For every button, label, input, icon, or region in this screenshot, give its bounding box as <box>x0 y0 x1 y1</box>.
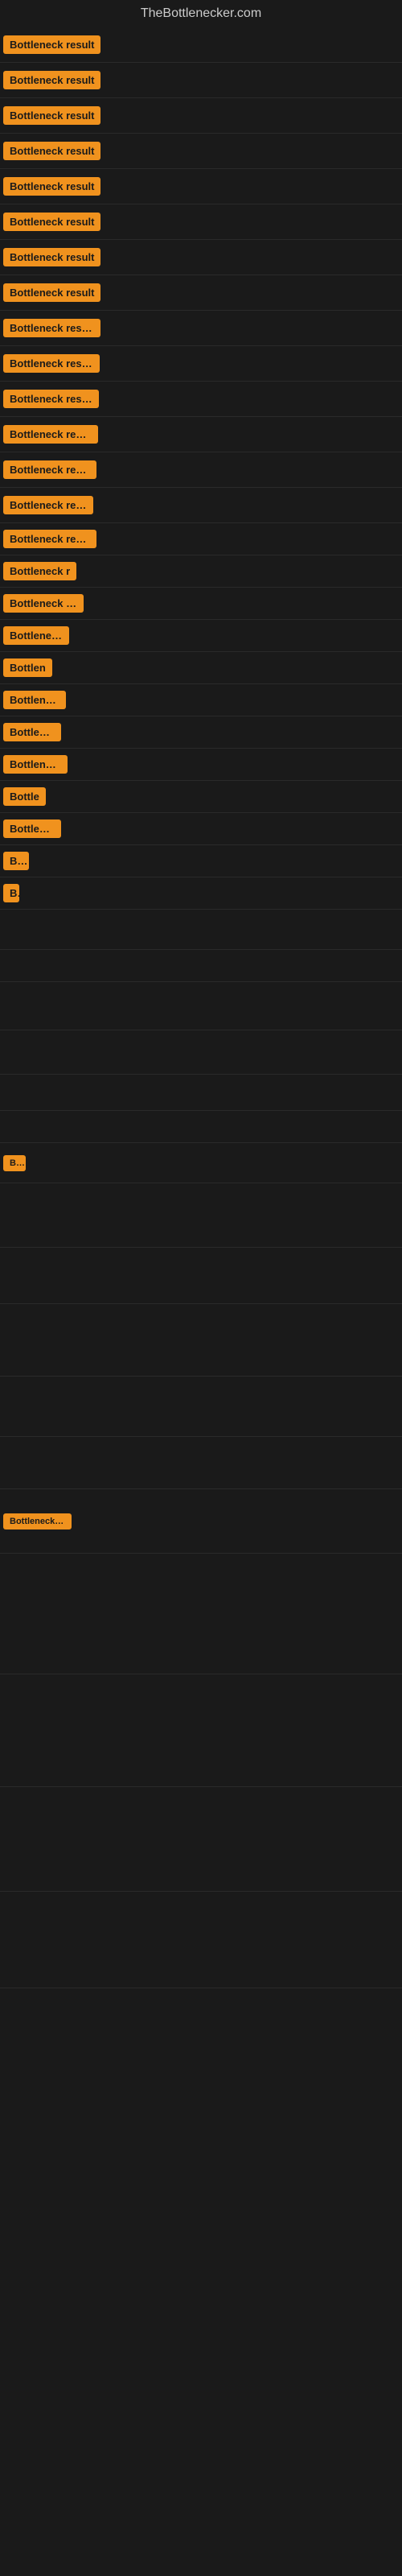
bottleneck-badge[interactable]: Bottleneck result <box>3 390 99 408</box>
list-item-empty <box>0 1111 402 1143</box>
list-item-empty <box>0 1437 402 1489</box>
bottleneck-badge[interactable]: Bottleneck <box>3 691 66 709</box>
bottleneck-badge[interactable]: Bottlen <box>3 658 52 677</box>
bottleneck-badge[interactable]: Bo <box>3 852 29 870</box>
list-item: Bottleneck result <box>0 488 402 523</box>
list-item: Bottleneck result <box>0 134 402 169</box>
bottleneck-badge[interactable]: Bottleneck resu <box>3 594 84 613</box>
bottleneck-badge[interactable]: Bottleneck result <box>3 142 100 160</box>
list-item: Bottleneck <box>0 813 402 845</box>
list-item-empty <box>0 1304 402 1377</box>
list-item: Bottleneck r <box>0 749 402 781</box>
list-item-empty <box>0 1674 402 1787</box>
list-item: Bottleneck r <box>0 555 402 588</box>
list-item: Bottleneck result <box>0 311 402 346</box>
list-item: Bottleneck result <box>0 346 402 382</box>
bottleneck-badge[interactable]: Bottleneck result <box>3 354 100 373</box>
list-item: Bottleneck result <box>0 523 402 555</box>
list-item: Bottleneck result <box>0 98 402 134</box>
list-item: Bottleneck <box>0 684 402 716</box>
list-item: Bottleneck result <box>0 382 402 417</box>
bottleneck-badge[interactable]: Bottleneck <box>3 819 61 838</box>
bottleneck-badge[interactable]: Bottleneck result <box>3 35 100 54</box>
bottleneck-badge[interactable]: Bottleneck r <box>3 755 68 774</box>
bottleneck-badge[interactable]: B <box>3 884 19 902</box>
bottleneck-badge[interactable]: Bottleneck result <box>3 106 100 125</box>
list-item: Bo <box>0 1143 402 1183</box>
list-item: Bottleneck <box>0 620 402 652</box>
bottleneck-badge[interactable]: Bottleneck result <box>3 425 98 444</box>
bottleneck-badge[interactable]: Bottleneck <box>3 626 69 645</box>
list-item: B <box>0 877 402 910</box>
bottleneck-badge[interactable]: Bottleneck result <box>3 496 93 514</box>
list-item: Bottleneck result <box>0 169 402 204</box>
list-item: Bottlenec <box>0 716 402 749</box>
list-item: Bo <box>0 845 402 877</box>
bottleneck-badge[interactable]: Bottle <box>3 787 46 806</box>
list-item: Bottleneck result <box>0 240 402 275</box>
bottleneck-badge[interactable]: Bottleneck result <box>3 71 100 89</box>
list-item-empty <box>0 1554 402 1674</box>
page-container: TheBottlenecker.com Bottleneck result Bo… <box>0 0 402 1988</box>
list-item: Bottleneck result <box>0 63 402 98</box>
list-item-empty <box>0 1248 402 1304</box>
list-item-empty <box>0 950 402 982</box>
list-item: Bottleneck result <box>0 27 402 63</box>
list-item-empty <box>0 1892 402 1988</box>
bottleneck-badge[interactable]: Bottleneck re <box>3 1513 72 1530</box>
bottleneck-badge[interactable]: Bottleneck result <box>3 319 100 337</box>
list-item: Bottlen <box>0 652 402 684</box>
bottleneck-badge[interactable]: Bottlenec <box>3 723 61 741</box>
list-item-empty <box>0 982 402 1030</box>
list-item: Bottleneck result <box>0 275 402 311</box>
list-item: Bottleneck re <box>0 1489 402 1554</box>
bottleneck-badge[interactable]: Bottleneck result <box>3 177 100 196</box>
list-item-empty <box>0 1787 402 1892</box>
list-item-empty <box>0 1075 402 1111</box>
list-item: Bottleneck result <box>0 417 402 452</box>
bottleneck-badge[interactable]: Bo <box>3 1155 26 1171</box>
bottleneck-badge[interactable]: Bottleneck result <box>3 283 100 302</box>
list-item-empty <box>0 1183 402 1248</box>
list-item-empty <box>0 910 402 950</box>
list-item-empty <box>0 1377 402 1437</box>
list-item-empty <box>0 1030 402 1075</box>
bottleneck-badge[interactable]: Bottleneck result <box>3 460 96 479</box>
list-item: Bottleneck resu <box>0 588 402 620</box>
bottleneck-badge[interactable]: Bottleneck result <box>3 213 100 231</box>
bottleneck-badge[interactable]: Bottleneck result <box>3 530 96 548</box>
list-item: Bottleneck result <box>0 452 402 488</box>
site-title: TheBottlenecker.com <box>0 0 402 27</box>
list-item: Bottleneck result <box>0 204 402 240</box>
list-item: Bottle <box>0 781 402 813</box>
bottleneck-badge[interactable]: Bottleneck result <box>3 248 100 266</box>
bottleneck-badge[interactable]: Bottleneck r <box>3 562 76 580</box>
